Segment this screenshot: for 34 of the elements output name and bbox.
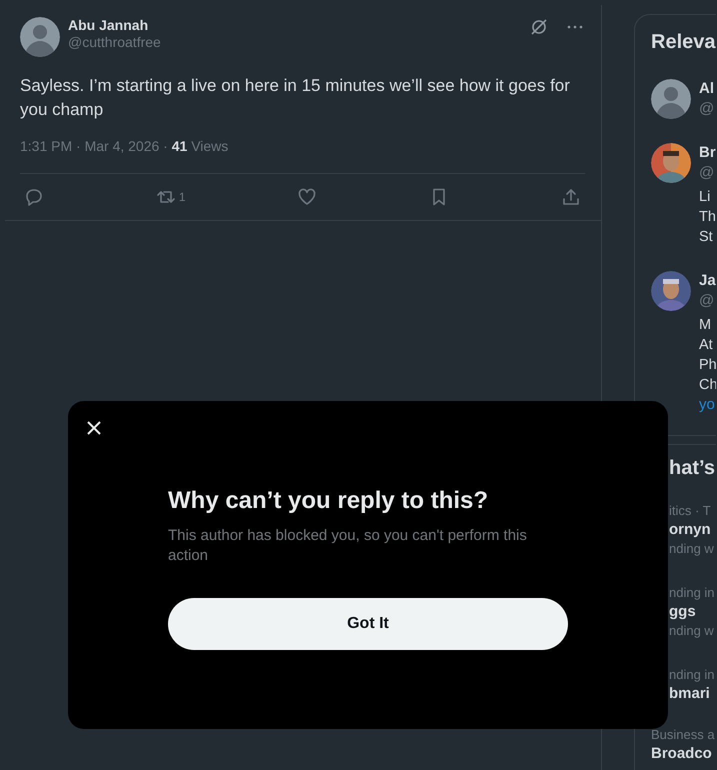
bio-text: Th bbox=[699, 208, 716, 227]
bio-text: At bbox=[699, 336, 714, 355]
section-title: hat’s bbox=[669, 456, 716, 481]
user-name[interactable]: Br bbox=[699, 143, 716, 163]
trend-context: nding in bbox=[669, 666, 716, 684]
trend-name[interactable]: Broadco bbox=[651, 744, 716, 764]
got-it-button[interactable]: Got It bbox=[168, 598, 568, 650]
heart-icon[interactable] bbox=[297, 187, 318, 207]
trend-context: Business a bbox=[651, 726, 716, 744]
trend-meta: nding w bbox=[669, 622, 715, 640]
avatar-icon[interactable] bbox=[651, 79, 691, 119]
trend-name[interactable]: ggs bbox=[669, 602, 716, 622]
trend-context: nding in bbox=[669, 584, 716, 602]
bio-text: Li bbox=[699, 188, 712, 207]
share-icon[interactable] bbox=[561, 187, 581, 207]
dialog-message: This author has blocked you, so you can't perform this action bbox=[168, 526, 528, 566]
trend-name[interactable]: bmari bbox=[669, 684, 716, 704]
post-meta: 1:31 PM · Mar 4, 2026 · 41 Views bbox=[20, 137, 230, 156]
user-name[interactable]: Al bbox=[699, 79, 714, 99]
avatar-icon[interactable] bbox=[20, 17, 60, 57]
trend-context: itics · T bbox=[669, 502, 712, 520]
trend-name[interactable]: ornyn bbox=[669, 520, 716, 540]
slashed-circle-icon[interactable] bbox=[529, 17, 549, 37]
bio-text: Ph bbox=[699, 356, 716, 375]
trend-meta: nding w bbox=[669, 540, 715, 558]
author-name[interactable]: Abu Jannah bbox=[68, 17, 161, 34]
section-title: Releva bbox=[651, 30, 716, 55]
dialog-title: Why can’t you reply to this? bbox=[168, 486, 490, 516]
bio-text: St bbox=[699, 228, 714, 247]
bio-text: M bbox=[699, 316, 712, 335]
reply-icon[interactable] bbox=[24, 187, 44, 207]
user-name[interactable]: Ja bbox=[699, 271, 716, 291]
post-text: Sayless. I’m starting a live on here in 15 minutes we’ll see how it goes for you champ bbox=[20, 75, 571, 121]
bio-link[interactable]: yo bbox=[699, 395, 716, 415]
